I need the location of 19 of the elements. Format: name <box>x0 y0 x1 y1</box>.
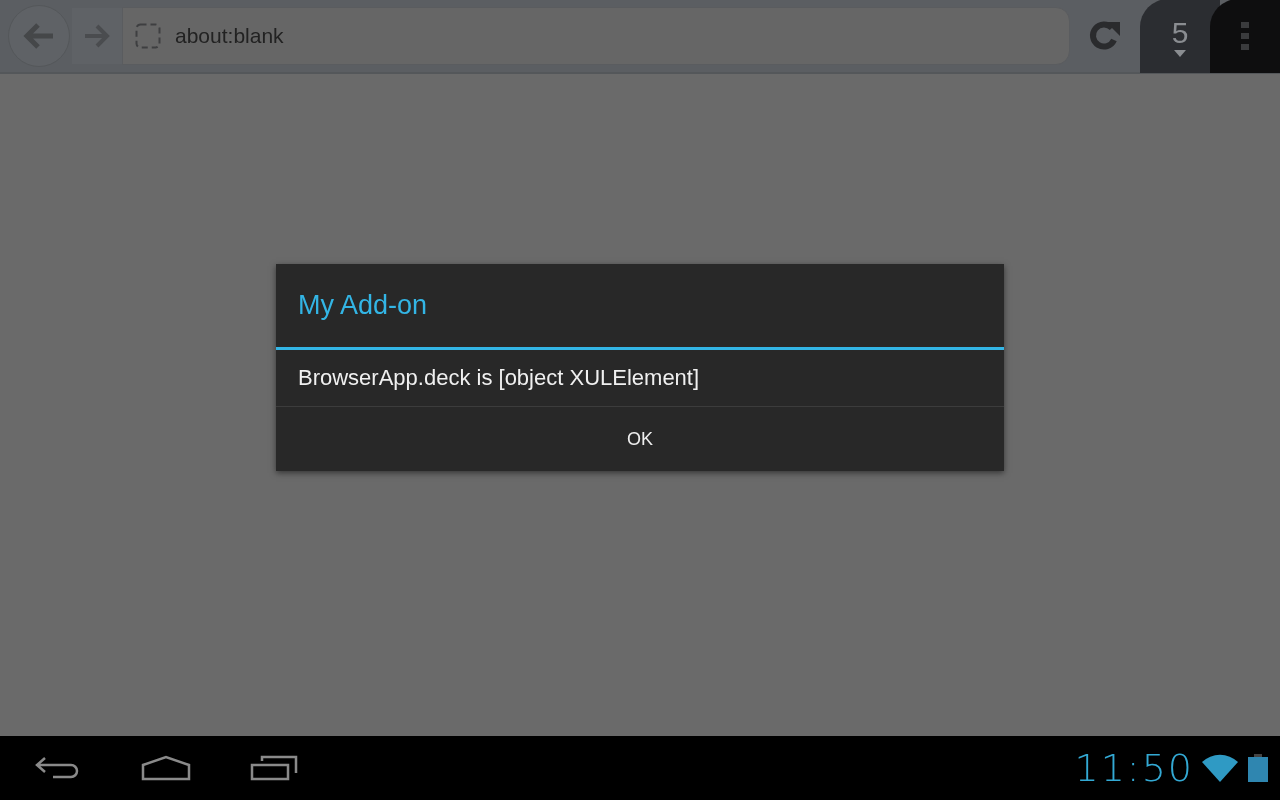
forward-arrow-icon <box>83 24 111 48</box>
menu-icon <box>1241 22 1249 50</box>
battery-icon <box>1248 754 1268 782</box>
reload-icon <box>1088 20 1122 52</box>
home-icon <box>141 755 191 781</box>
ok-button[interactable]: OK <box>276 407 1004 471</box>
clock: 11:50 <box>1074 746 1194 790</box>
wifi-icon <box>1202 754 1238 782</box>
dialog-title: My Add-on <box>276 264 1004 350</box>
recent-apps-icon <box>250 755 298 781</box>
page-icon <box>135 23 161 49</box>
forward-button[interactable] <box>72 8 122 64</box>
back-icon <box>35 756 81 780</box>
url-field[interactable]: about:blank <box>122 7 1070 65</box>
caret-icon <box>1174 49 1186 57</box>
dialog-message: BrowserApp.deck is [object XULElement] <box>276 350 1004 407</box>
back-arrow-icon <box>23 22 55 50</box>
tabs-button[interactable]: 5 <box>1140 0 1220 73</box>
menu-button[interactable] <box>1210 0 1280 73</box>
